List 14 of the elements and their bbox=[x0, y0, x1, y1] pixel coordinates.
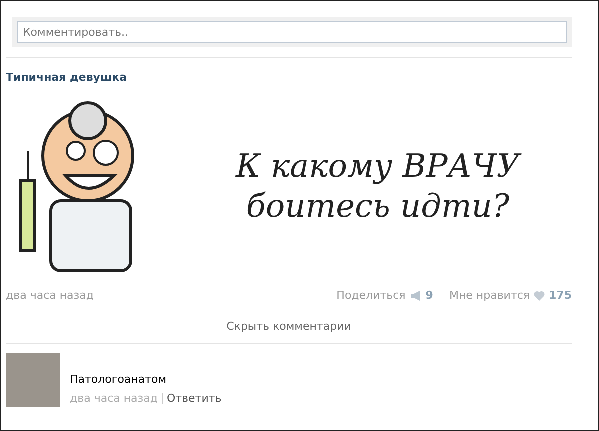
reply-link[interactable]: Ответить bbox=[166, 392, 222, 405]
like-count: 175 bbox=[549, 289, 572, 302]
comment-field[interactable]: Комментировать.. bbox=[17, 21, 567, 43]
megaphone-icon bbox=[410, 290, 422, 300]
post-time: два часа назад bbox=[6, 289, 94, 302]
post-author-link[interactable]: Типичная девушка bbox=[6, 71, 128, 84]
image-caption-line: боитесь идти? bbox=[246, 186, 510, 226]
share-count: 9 bbox=[426, 289, 434, 302]
hide-comments-link[interactable]: Скрыть комментарии bbox=[226, 320, 352, 333]
heart-icon bbox=[534, 290, 546, 300]
image-caption-line: К какому ВРАЧУ bbox=[236, 146, 520, 186]
comment-text: Патологоанатом bbox=[70, 373, 168, 386]
avatar-photo-placeholder bbox=[6, 353, 60, 407]
comment-time: два часа назад bbox=[70, 392, 158, 405]
